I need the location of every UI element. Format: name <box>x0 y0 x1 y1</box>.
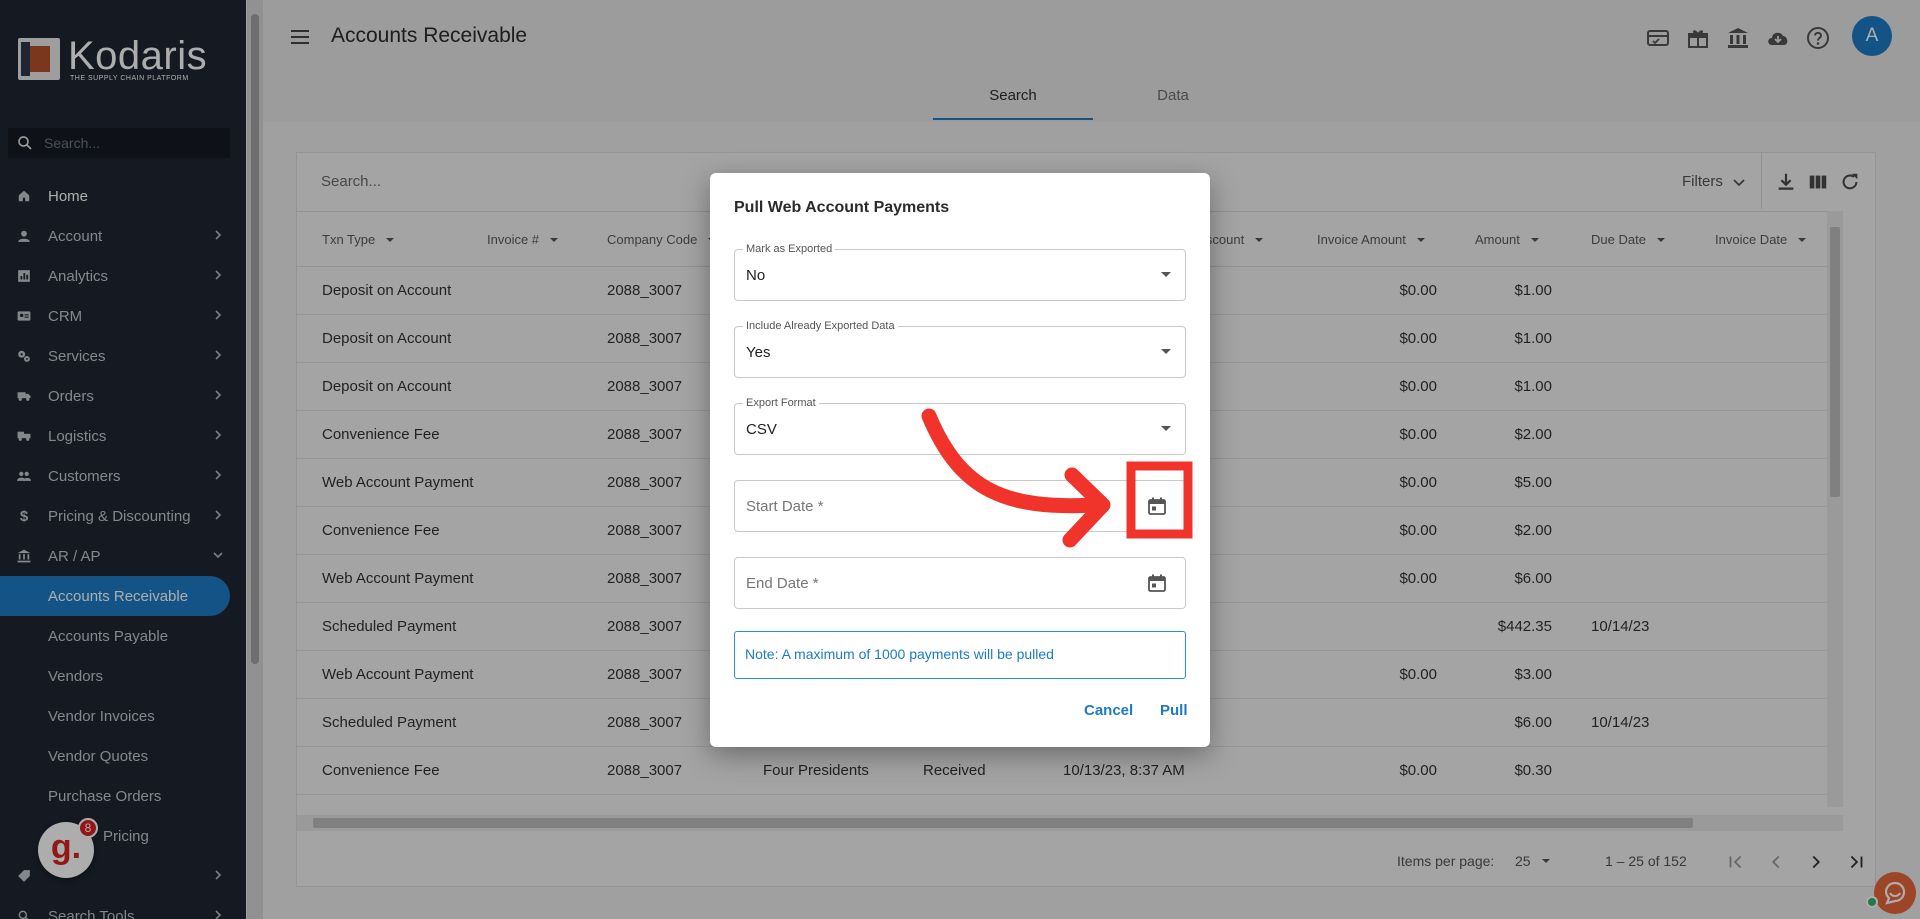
field-placeholder: End Date * <box>746 575 819 592</box>
dropdown-arrow-icon <box>1161 272 1171 277</box>
include-exported-data-select[interactable]: Include Already Exported Data Yes <box>734 320 1186 378</box>
field-value: CSV <box>746 421 777 438</box>
field-placeholder: Start Date * <box>746 498 824 515</box>
dropdown-arrow-icon <box>1161 426 1171 431</box>
max-payments-note: Note: A maximum of 1000 payments will be… <box>734 631 1186 679</box>
calendar-icon[interactable] <box>1147 496 1167 516</box>
field-value: No <box>746 267 766 284</box>
field-label: Mark as Exported <box>743 243 836 255</box>
field-label: Include Already Exported Data <box>743 320 898 332</box>
pull-payments-dialog: Pull Web Account Payments Mark as Export… <box>710 173 1210 747</box>
dropdown-arrow-icon <box>1161 349 1171 354</box>
mark-as-exported-select[interactable]: Mark as Exported No <box>734 243 1186 301</box>
calendar-icon[interactable] <box>1147 573 1167 593</box>
cancel-button[interactable]: Cancel <box>1084 702 1133 719</box>
start-date-field[interactable]: Start Date * <box>734 480 1186 532</box>
export-format-select[interactable]: Export Format CSV <box>734 397 1186 455</box>
dialog-title: Pull Web Account Payments <box>734 199 950 216</box>
field-value: Yes <box>746 344 771 361</box>
field-label: Export Format <box>743 397 819 409</box>
end-date-field[interactable]: End Date * <box>734 557 1186 609</box>
pull-button[interactable]: Pull <box>1160 702 1188 719</box>
